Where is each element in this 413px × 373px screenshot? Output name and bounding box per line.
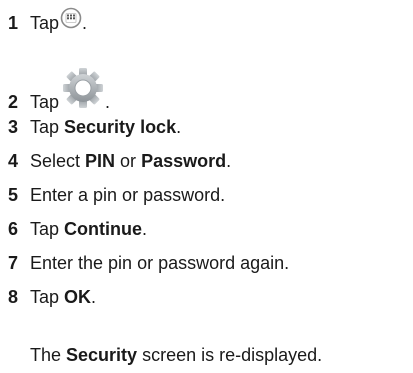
step-text: . bbox=[142, 219, 148, 239]
step-text: Select bbox=[30, 151, 86, 171]
step-text: . bbox=[82, 13, 88, 33]
note-text: The bbox=[30, 345, 67, 365]
step-8: 8 Tap OK . bbox=[8, 282, 96, 308]
step-text: . bbox=[226, 151, 232, 171]
step-text: Tap bbox=[30, 92, 60, 112]
step-text: Tap bbox=[30, 13, 60, 33]
step-number: 1 bbox=[8, 13, 19, 33]
step-text: . bbox=[91, 287, 97, 307]
settings-gear-icon bbox=[61, 66, 105, 115]
step-text: . bbox=[176, 117, 182, 137]
step-5: 5 Enter a pin or password. bbox=[8, 180, 225, 206]
step-1: 1 Tap . bbox=[8, 7, 88, 34]
step-text: Tap bbox=[30, 219, 65, 239]
step-keyword: PIN bbox=[85, 151, 116, 171]
step-7: 7 Enter the pin or password again. bbox=[8, 248, 289, 274]
step-keyword: Continue bbox=[64, 219, 143, 239]
step-number: 7 bbox=[8, 253, 19, 273]
step-6: 6 Tap Continue . bbox=[8, 214, 147, 240]
step-3: 3 Tap Security lock . bbox=[8, 112, 181, 138]
step-text: Enter a pin or password. bbox=[30, 185, 226, 205]
step-text: or bbox=[115, 151, 142, 171]
step-keyword: Security lock bbox=[64, 117, 177, 137]
step-number: 5 bbox=[8, 185, 19, 205]
step-number: 2 bbox=[8, 92, 19, 112]
step-text: Tap bbox=[30, 287, 65, 307]
step-number: 8 bbox=[8, 287, 19, 307]
step-number: 4 bbox=[8, 151, 19, 171]
step-number: 6 bbox=[8, 219, 19, 239]
step-4: 4 Select PIN or Password . bbox=[8, 146, 231, 172]
step-text: Tap bbox=[30, 117, 65, 137]
note-text: screen is re-displayed. bbox=[137, 345, 323, 365]
apps-grid-icon bbox=[60, 7, 82, 34]
step-2: 2 Tap . bbox=[8, 63, 110, 113]
step-keyword: Password bbox=[141, 151, 227, 171]
result-note: The Security screen is re-displayed. bbox=[30, 344, 322, 366]
note-keyword: Security bbox=[66, 345, 138, 365]
step-number: 3 bbox=[8, 117, 19, 137]
step-text: . bbox=[105, 92, 111, 112]
step-keyword: OK bbox=[64, 287, 92, 307]
step-text: Enter the pin or password again. bbox=[30, 253, 290, 273]
